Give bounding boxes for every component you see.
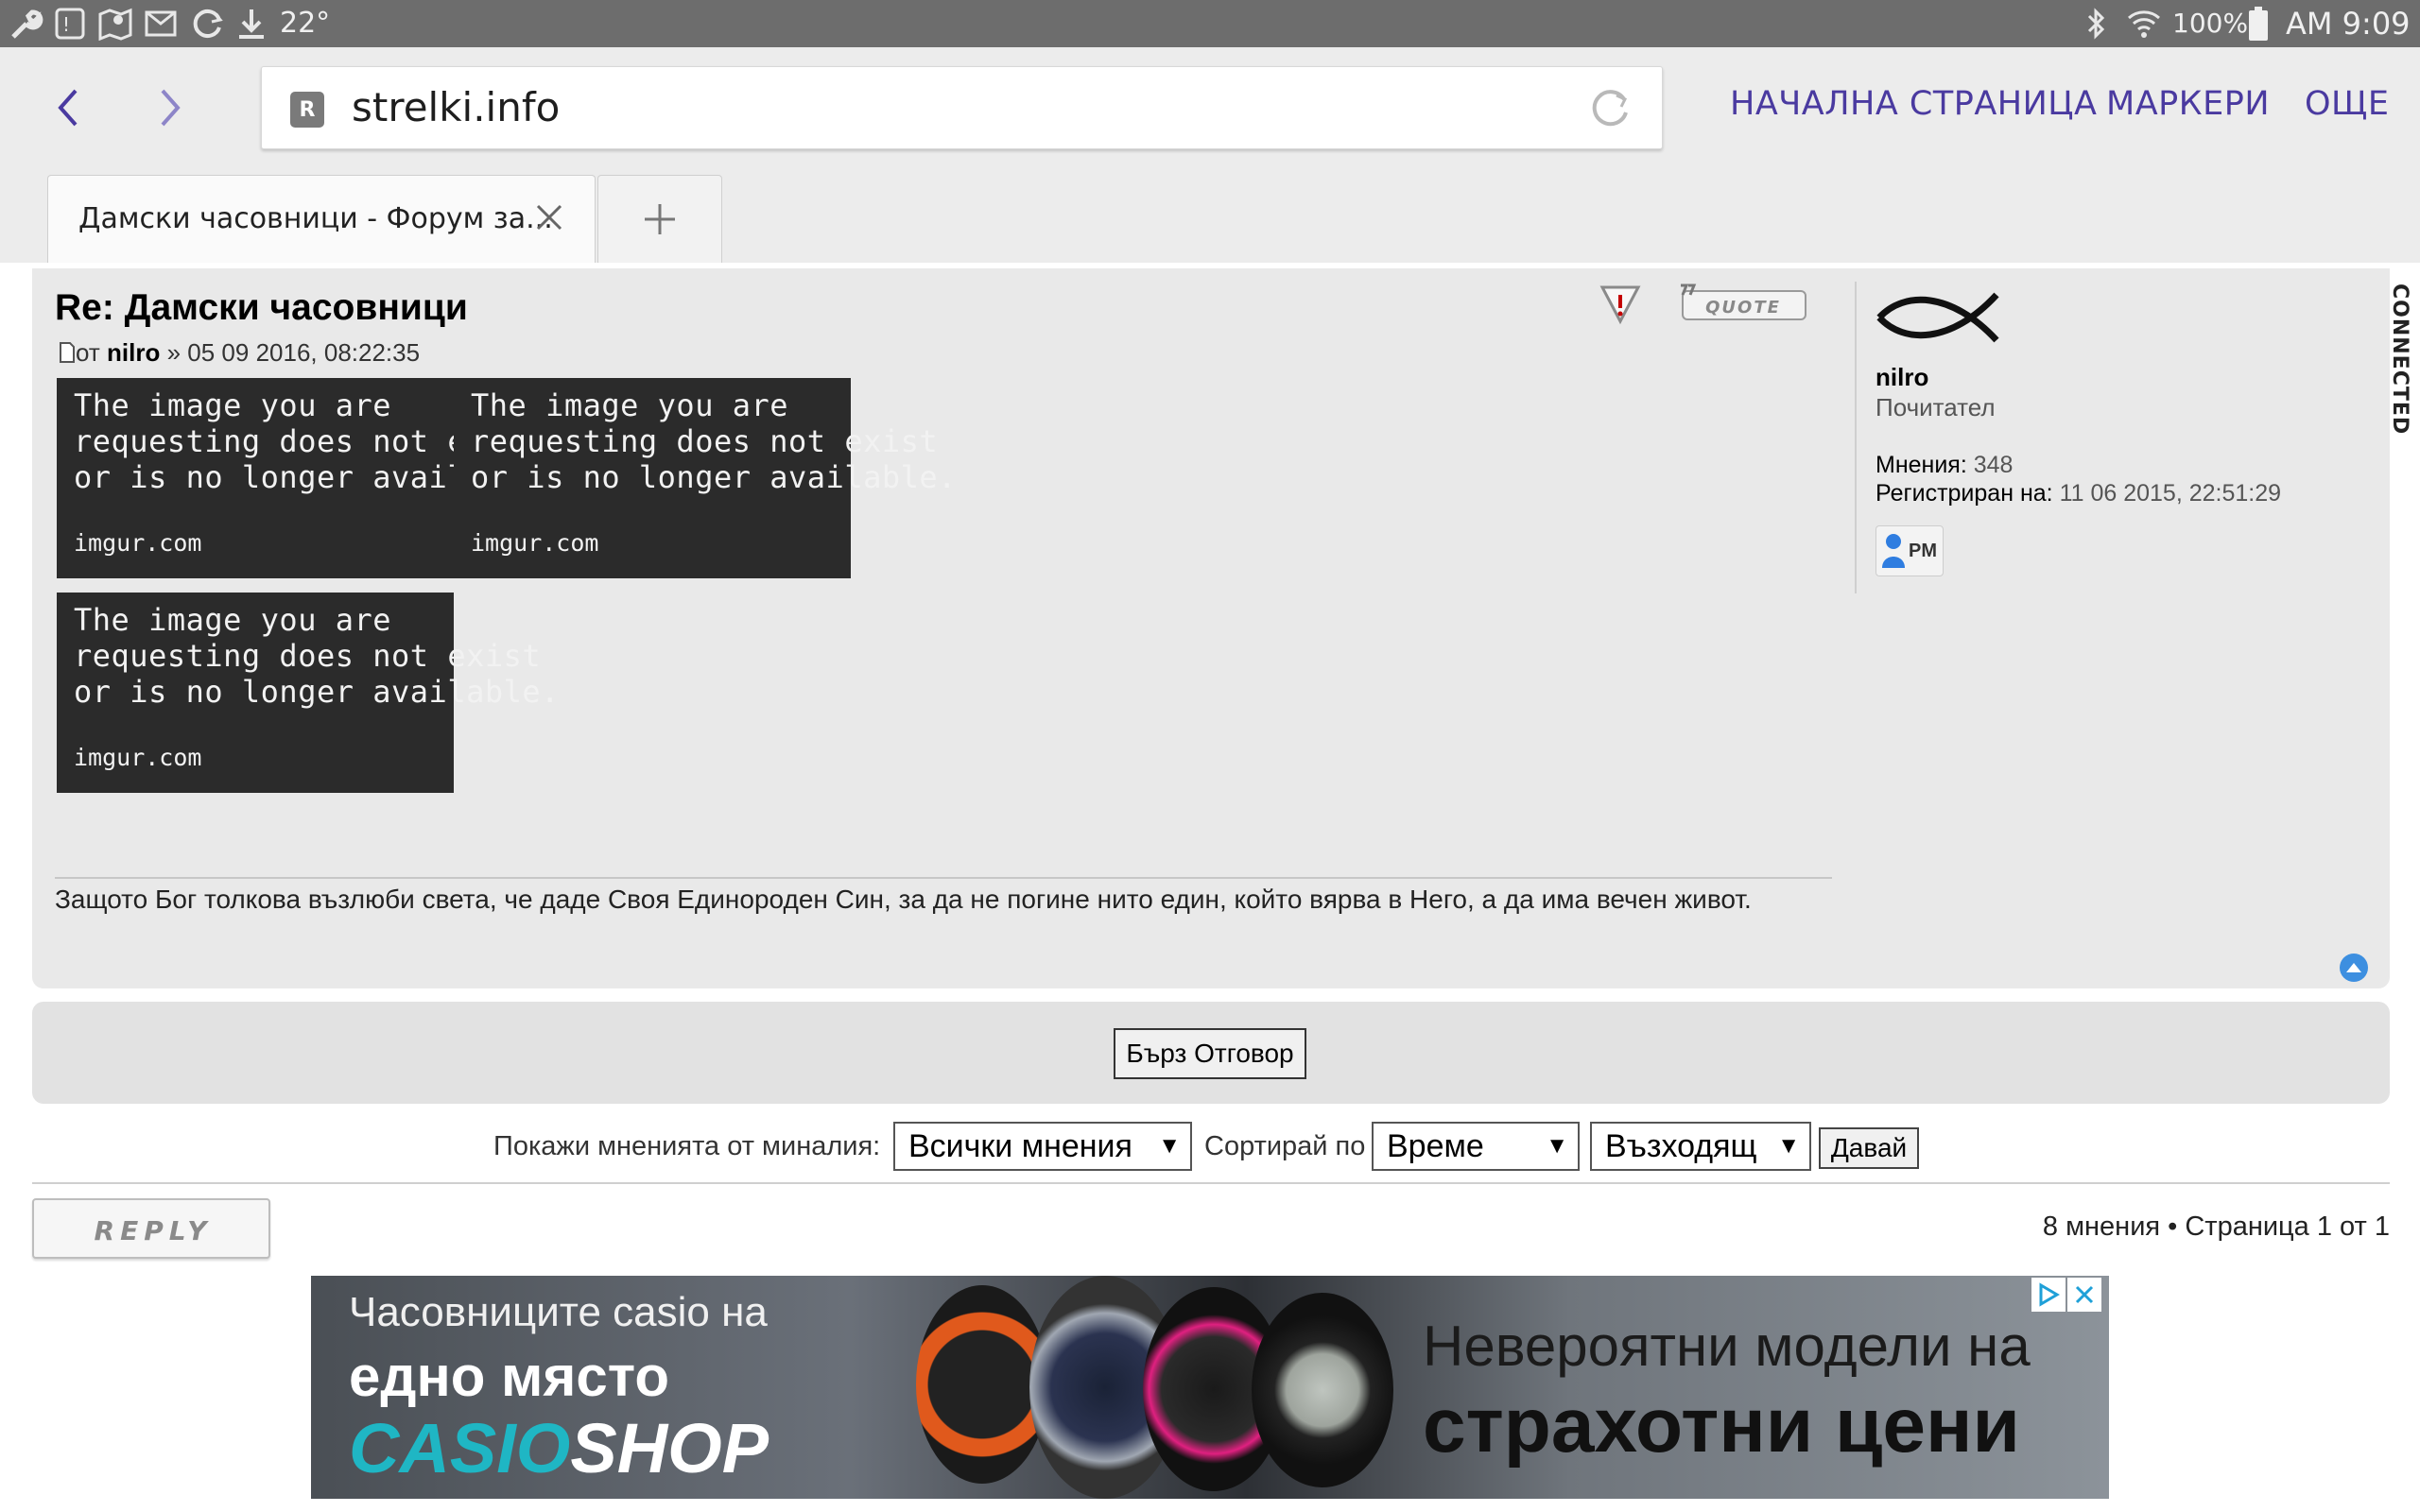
- image-source: imgur.com: [471, 529, 599, 557]
- ichthys-avatar-icon: [1876, 292, 1999, 343]
- svg-text:!: !: [62, 13, 70, 36]
- online-status-badge: CONNECTED: [2388, 284, 2411, 433]
- image-missing-message: The image you are requesting does not ex…: [74, 602, 560, 710]
- sort-key-select[interactable]: Време ▼: [1372, 1122, 1580, 1171]
- author-rank: Почитател: [1876, 393, 1996, 421]
- ad-left-line2: едно място: [349, 1345, 670, 1408]
- author-name[interactable]: nilro: [1876, 363, 1928, 392]
- ad-brand-a: CASIO: [349, 1409, 571, 1487]
- url-text[interactable]: strelki.info: [352, 84, 560, 130]
- site-icon: R: [290, 92, 324, 128]
- browser-toolbar: R strelki.info НАЧАЛНА СТРАНИЦА МАРКЕРИ …: [0, 47, 2420, 263]
- download-icon: [233, 6, 270, 42]
- image-source: imgur.com: [74, 744, 202, 771]
- ad-brand: CASIOSHOP: [349, 1408, 769, 1488]
- forward-button[interactable]: [132, 74, 208, 142]
- notification-app-icon: !: [51, 6, 89, 42]
- temperature-text: 22°: [280, 7, 331, 40]
- advertisement-banner[interactable]: Часовниците casio на едно място CASIOSHO…: [311, 1276, 2109, 1499]
- quick-reply-panel: Бърз Отговор: [32, 1002, 2390, 1104]
- post-icon: [60, 342, 75, 363]
- sync-icon: [189, 6, 227, 42]
- author-registered: Регистриран на: 11 06 2015, 22:51:29: [1876, 480, 2281, 507]
- post-date: » 05 09 2016, 08:22:35: [166, 338, 421, 367]
- post-image[interactable]: The image you are requesting does not ex…: [57, 593, 559, 793]
- post-image[interactable]: The image you are requesting does not ex…: [454, 378, 956, 578]
- online-status-label: CONNECTED: [2388, 284, 2411, 433]
- post-meta: от nilro » 05 09 2016, 08:22:35: [59, 338, 420, 368]
- tab-active[interactable]: Дамски часовници - Форум за...: [47, 175, 596, 263]
- ad-right-line1: Невероятни модели на: [1423, 1314, 2031, 1378]
- show-posts-label: Покажи мненията от миналия:: [493, 1131, 881, 1161]
- wrench-icon: [6, 6, 47, 42]
- post-image[interactable]: The image you are requesting does not ex…: [57, 378, 559, 578]
- clock-text: AM 9:09: [2286, 6, 2411, 42]
- quote-button[interactable]: QUOTE: [1677, 282, 1809, 325]
- chevron-left-icon: [58, 89, 78, 127]
- post-title[interactable]: Re: Дамски часовници: [55, 287, 468, 329]
- web-page: Re: Дамски часовници от nilro » 05 09 20…: [0, 263, 2420, 1512]
- image-missing-message: The image you are requesting does not ex…: [471, 387, 957, 495]
- registered-value: 11 06 2015, 22:51:29: [2059, 480, 2282, 507]
- reply-button[interactable]: REPLY: [32, 1198, 270, 1259]
- ad-left-line1: Часовниците casio на: [349, 1289, 768, 1335]
- watch-image: [1252, 1293, 1393, 1487]
- bookmarks-link[interactable]: МАРКЕРИ: [2106, 85, 2270, 123]
- reply-label-graphic: REPLY: [95, 1215, 213, 1246]
- home-page-link[interactable]: НАЧАЛНА СТРАНИЦА: [1730, 85, 2097, 123]
- forum-post: Re: Дамски часовници от nilro » 05 09 20…: [32, 268, 2411, 988]
- post-author-link[interactable]: nilro: [107, 338, 160, 367]
- sort-order-value: Възходящ: [1605, 1128, 1757, 1164]
- sort-order-select[interactable]: Възходящ ▼: [1590, 1122, 1811, 1171]
- post-meta-prefix: от: [76, 338, 100, 367]
- sort-divider: [32, 1182, 2390, 1184]
- private-message-button[interactable]: PM: [1876, 525, 1944, 576]
- chevron-right-icon: [161, 89, 181, 127]
- back-to-top-icon[interactable]: [2339, 953, 2369, 983]
- maps-icon: [95, 6, 136, 42]
- reload-icon[interactable]: [1588, 86, 1634, 131]
- quote-label: QUOTE: [1705, 298, 1781, 318]
- dropdown-arrow-icon: ▼: [1777, 1133, 1800, 1159]
- reply-label: REPLY: [95, 1215, 213, 1246]
- pagination-info: 8 мнения • Страница 1 от 1: [2042, 1211, 2390, 1242]
- battery-percent: 100%: [2172, 8, 2249, 39]
- dropdown-arrow-icon: ▼: [1158, 1133, 1181, 1159]
- ad-brand-b: SHOP: [570, 1409, 769, 1487]
- sort-key-value: Време: [1387, 1128, 1484, 1164]
- registered-label: Регистриран на:: [1876, 480, 2053, 507]
- author-post-count: Мнения: 348: [1876, 452, 2013, 479]
- dropdown-arrow-icon: ▼: [1546, 1133, 1568, 1159]
- sort-options: Покажи мненията от миналия: Всички мнени…: [0, 1118, 2420, 1175]
- email-icon: [142, 6, 183, 42]
- close-icon[interactable]: [528, 197, 570, 238]
- new-tab-button[interactable]: [597, 175, 722, 263]
- wifi-icon: [2123, 6, 2165, 42]
- profile-divider: [1855, 282, 1857, 593]
- quick-reply-button[interactable]: Бърз Отговор: [1114, 1028, 1306, 1079]
- battery-icon: [2244, 6, 2273, 42]
- sort-by-label: Сортирай по: [1204, 1131, 1366, 1161]
- status-bar: ! 22° 100% AM 9:09: [0, 0, 2420, 47]
- ad-right-line2: страхотни цени: [1423, 1383, 2020, 1469]
- ad-close-icon[interactable]: [2067, 1278, 2101, 1312]
- plus-icon: [645, 204, 675, 234]
- pm-label: PM: [1909, 541, 1937, 561]
- signature-divider: [55, 877, 1832, 879]
- back-button[interactable]: [30, 74, 106, 142]
- days-filter-value: Всички мнения: [908, 1128, 1132, 1164]
- bluetooth-icon: [2080, 6, 2114, 42]
- posts-value: 348: [1973, 452, 2014, 478]
- image-source: imgur.com: [74, 529, 202, 557]
- days-filter-select[interactable]: Всички мнения ▼: [893, 1122, 1192, 1171]
- adchoices-icon[interactable]: [2031, 1278, 2066, 1312]
- posts-label: Мнения:: [1876, 452, 1967, 478]
- tab-title: Дамски часовници - Форум за...: [78, 202, 553, 235]
- watch-image: [916, 1285, 1048, 1484]
- more-link[interactable]: ОЩЕ: [2305, 85, 2389, 123]
- report-icon[interactable]: [1597, 280, 1644, 327]
- go-button[interactable]: Давай: [1819, 1127, 1919, 1169]
- address-bar[interactable]: R strelki.info: [261, 66, 1663, 149]
- post-signature: Защото Бог толкова възлюби света, че дад…: [55, 885, 1752, 914]
